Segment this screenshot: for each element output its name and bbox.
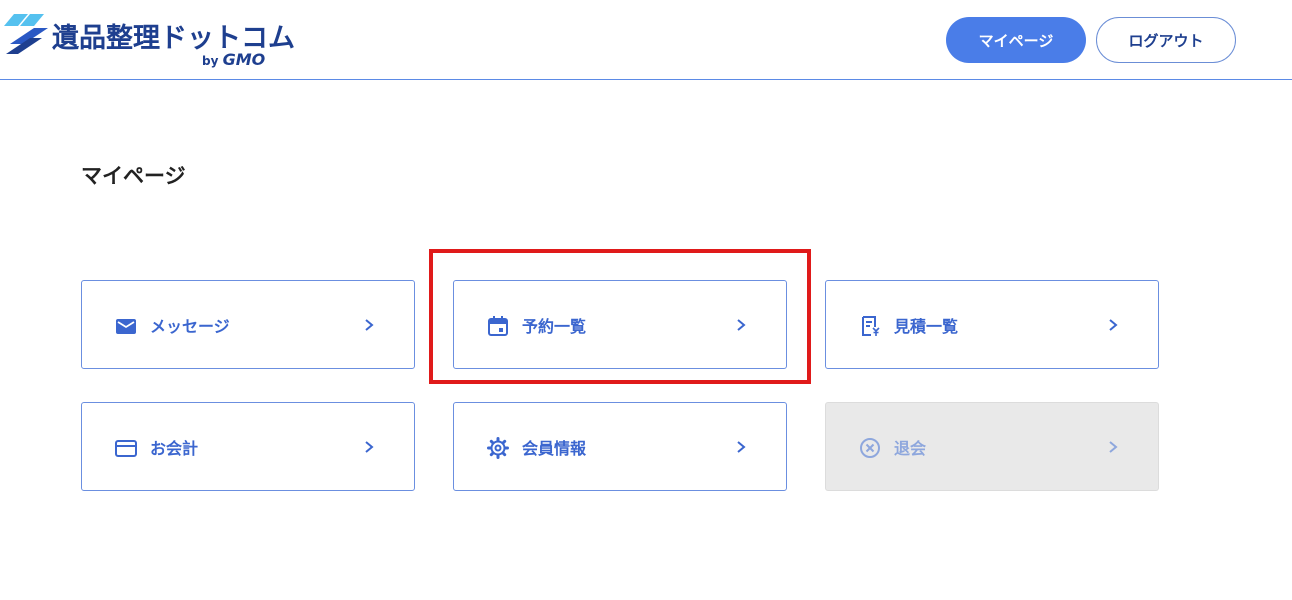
logo-mark-icon [4,14,48,54]
menu-card-label: 退会 [894,438,927,458]
chevron-right-icon [1109,319,1118,331]
menu-card-messages[interactable]: メッセージ [81,280,415,369]
menu-card-payment[interactable]: お会計 [81,402,415,491]
chevron-right-icon [737,319,746,331]
circle-x-icon [860,438,880,458]
mypage-button[interactable]: マイページ [946,17,1086,63]
receipt-icon [862,316,880,336]
menu-card-reservations[interactable]: 予約一覧 [453,280,787,369]
logo-byline: by GMO [202,50,265,69]
logo-gmo-text: GMO [222,50,266,69]
chevron-right-icon [365,441,374,453]
menu-card-label: メッセージ [150,316,230,336]
chevron-right-icon [1109,441,1118,453]
mail-icon [116,319,136,334]
menu-card-label: お会計 [150,438,199,458]
gear-icon [487,437,509,459]
credit-card-icon [115,440,137,457]
menu-card-label: 会員情報 [522,438,587,458]
calendar-icon [488,316,508,336]
site-logo[interactable]: 遺品整理ドットコム by GMO [4,12,295,69]
menu-card-withdraw: 退会 [825,402,1159,491]
menu-card-label: 予約一覧 [522,316,587,336]
chevron-right-icon [737,441,746,453]
menu-card-member-info[interactable]: 会員情報 [453,402,787,491]
site-header: 遺品整理ドットコム by GMO マイページ ログアウト [0,0,1292,80]
page-title: マイページ [81,164,186,188]
chevron-right-icon [365,319,374,331]
logo-by-text: by [202,54,219,68]
menu-card-label: 見積一覧 [894,316,959,336]
menu-card-estimates[interactable]: 見積一覧 [825,280,1159,369]
logout-button[interactable]: ログアウト [1096,17,1236,63]
